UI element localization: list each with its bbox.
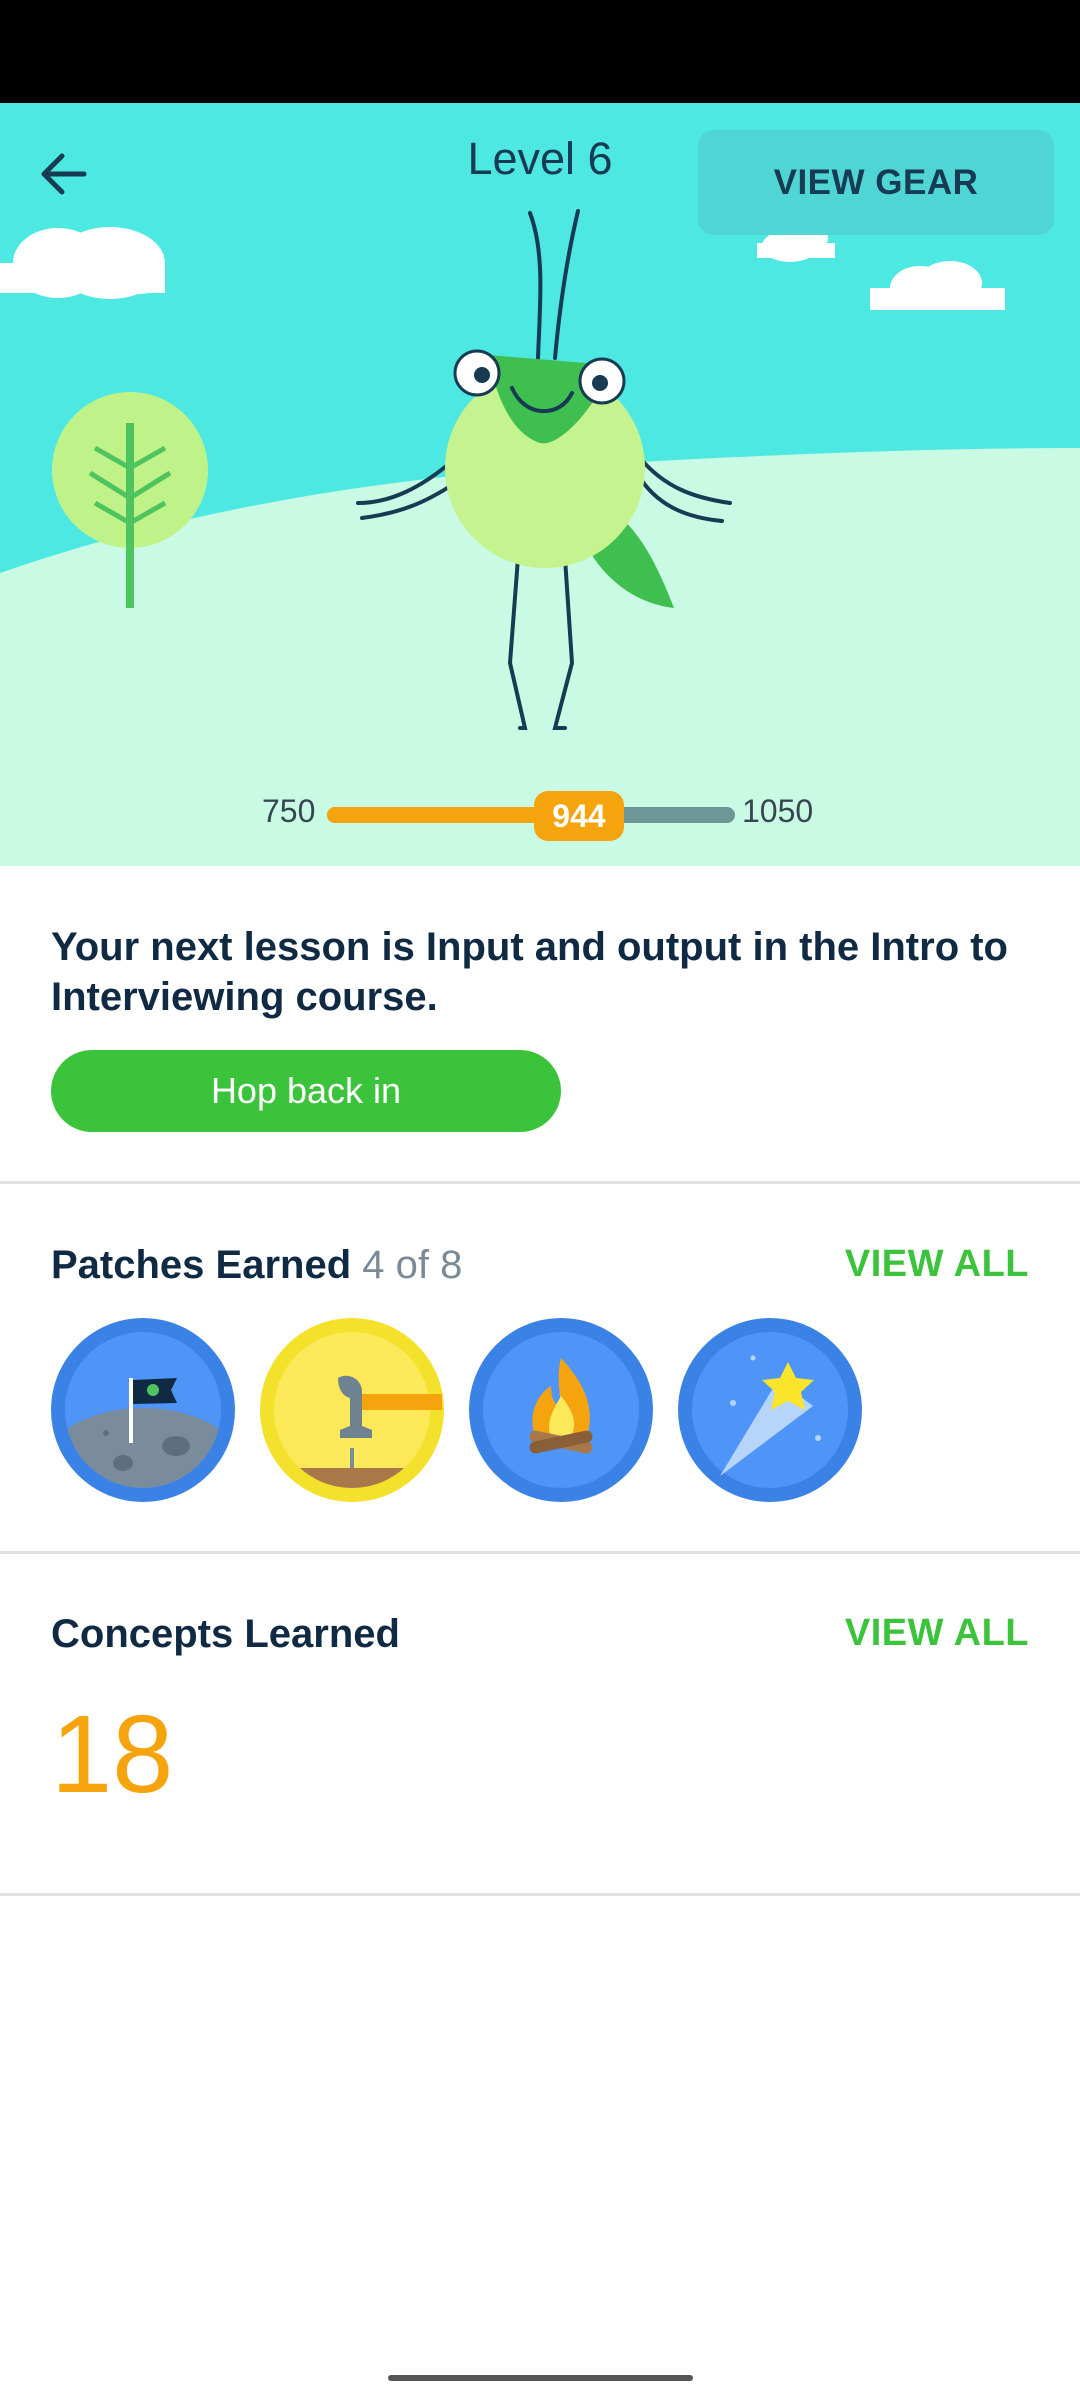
- view-gear-button[interactable]: VIEW GEAR: [698, 130, 1054, 235]
- divider: [0, 1893, 1080, 1896]
- next-lesson-text: Your next lesson is Input and output in …: [51, 925, 1008, 1019]
- concepts-view-all-link[interactable]: VIEW ALL: [845, 1612, 1029, 1655]
- level-hero: Level 6 VIEW GEAR 750 944 1050: [0, 103, 1080, 866]
- moon-flag-icon[interactable]: [51, 1318, 235, 1502]
- divider: [0, 1551, 1080, 1554]
- patches-title: Patches Earned: [51, 1243, 352, 1287]
- status-bar: [0, 0, 1080, 103]
- back-arrow-icon[interactable]: [30, 141, 96, 207]
- level-title: Level 6: [467, 133, 613, 184]
- concepts-learned-title: Concepts Learned: [51, 1612, 400, 1656]
- xp-progress-bar: [327, 807, 735, 823]
- patches-view-all-link[interactable]: VIEW ALL: [845, 1243, 1029, 1286]
- concepts-count: 18: [51, 1693, 174, 1816]
- xp-max-label: 1050: [742, 793, 814, 829]
- hop-back-in-button[interactable]: Hop back in: [51, 1050, 561, 1132]
- cloud-icon: [0, 227, 165, 299]
- divider: [0, 1181, 1080, 1184]
- xp-current-badge: 944: [534, 791, 624, 841]
- hammer-icon[interactable]: [260, 1318, 444, 1502]
- home-indicator[interactable]: [388, 2375, 693, 2381]
- patches-earned-heading: Patches Earned 4 of 8: [51, 1243, 462, 1288]
- patches-count: 4 of 8: [362, 1243, 463, 1287]
- xp-min-label: 750: [262, 793, 316, 829]
- campfire-icon[interactable]: [469, 1318, 653, 1502]
- shooting-star-icon[interactable]: [678, 1318, 862, 1502]
